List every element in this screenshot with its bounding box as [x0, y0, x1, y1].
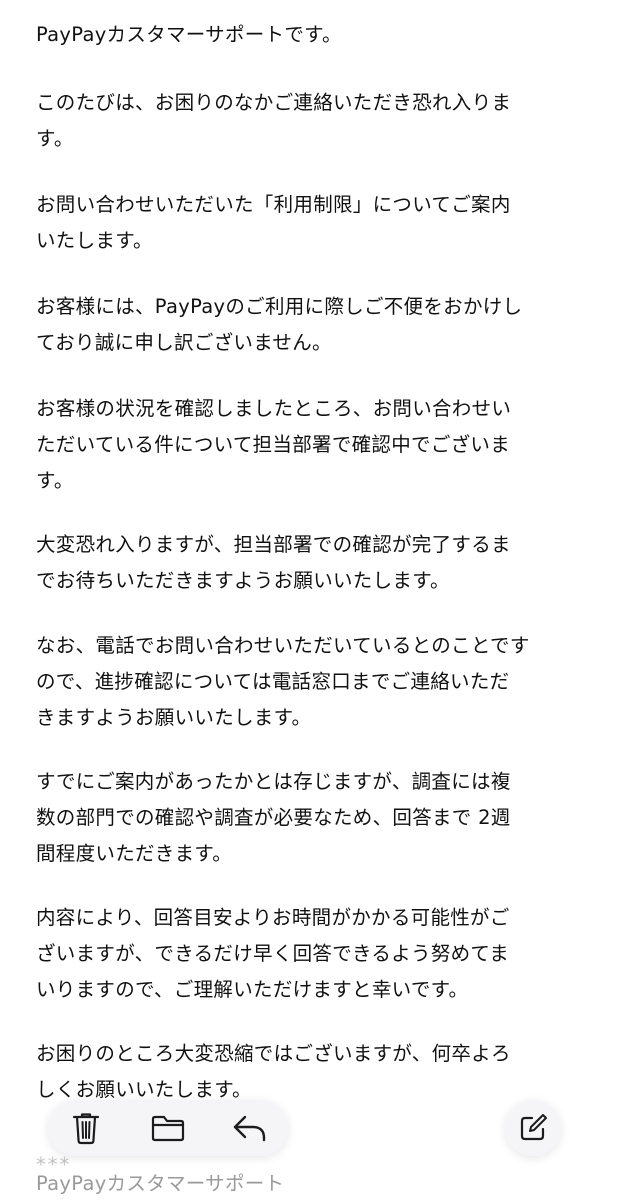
email-paragraph: すでにご案内があったかとは存じますが、調査には複 数の部門での確認や調査が必要な… — [36, 764, 596, 872]
trash-icon — [72, 1113, 100, 1145]
email-paragraph: なお、電話でお問い合わせいただいているとのことです ので、進捗確認については電話… — [36, 628, 596, 736]
email-line: す。 — [36, 127, 74, 150]
email-paragraph: 大変恐れ入りますが、担当部署での確認が完了するま でお待ちいただきますようお願い… — [36, 527, 596, 599]
compose-icon — [520, 1114, 547, 1141]
email-paragraph: 内容により、回答目安よりお時間がかかる可能性がご ざいますが、できるだけ早く回答… — [36, 900, 596, 1008]
email-line: お問い合わせいただいた「利用制限」についてご案内 — [36, 193, 511, 216]
folder-icon — [151, 1115, 185, 1142]
email-paragraph: お困りのところ大変恐縮ではございますが、何卒よろ しくお願いいたします。 — [36, 1036, 596, 1108]
email-line: お困りのところ大変恐縮ではございますが、何卒よろ — [36, 1042, 511, 1065]
signature-name: PayPayカスタマーサポート — [36, 1172, 285, 1195]
email-line: きますようお願いいたします。 — [36, 706, 312, 729]
mail-action-toolbar — [48, 1100, 288, 1156]
email-body: PayPayカスタマーサポートです。 このたびは、お困りのなかご連絡いただき恐れ… — [0, 0, 623, 1200]
email-line: 内容により、回答目安よりお時間がかかる可能性がご — [36, 906, 510, 929]
email-paragraph: お客様には、PayPayのご利用に際しご不便をおかけし ており誠に申し訳ございま… — [36, 289, 596, 361]
email-line: でお待ちいただきますようお願いいたします。 — [36, 569, 450, 592]
email-line: すでにご案内があったかとは存じますが、調査には複 — [36, 770, 511, 793]
email-line: お客様の状況を確認しましたところ、お問い合わせい — [36, 397, 512, 420]
email-paragraph: お客様の状況を確認しましたところ、お問い合わせい ただいている件について担当部署… — [36, 391, 596, 499]
email-line: なお、電話でお問い合わせいただいているとのことです — [36, 634, 530, 657]
email-line: いりますので、ご理解いただけますと幸いです。 — [36, 978, 469, 1001]
email-line: 大変恐れ入りますが、担当部署での確認が完了するま — [36, 533, 511, 556]
email-paragraph: お問い合わせいただいた「利用制限」についてご案内 いたします。 — [36, 187, 596, 259]
email-paragraph: PayPayカスタマーサポートです。 — [36, 17, 596, 53]
email-line: 間程度いただきます。 — [36, 842, 233, 865]
email-line: す。 — [36, 469, 74, 492]
delete-button[interactable] — [62, 1104, 110, 1152]
email-line: ており誠に申し訳ございません。 — [36, 331, 332, 354]
reply-icon — [233, 1115, 266, 1142]
email-line: ざいますが、できるだけ早く回答できるよう努めてま — [36, 942, 510, 965]
email-line: 数の部門での確認や調査が必要なため、回答まで 2週 — [36, 806, 511, 829]
email-line: ので、進捗確認については電話窓口までご連絡いただ — [36, 670, 510, 693]
email-paragraph: このたびは、お困りのなかご連絡いただき恐れ入りま す。 — [36, 85, 596, 157]
email-line: PayPayカスタマーサポートです。 — [36, 23, 342, 46]
compose-button[interactable] — [505, 1100, 561, 1156]
move-to-folder-button[interactable] — [144, 1104, 192, 1152]
email-line: お客様には、PayPayのご利用に際しご不便をおかけし — [36, 295, 523, 318]
email-line: ただいている件について担当部署で確認中でございま — [36, 433, 511, 456]
email-line: いたします。 — [36, 229, 153, 252]
reply-button[interactable] — [226, 1104, 274, 1152]
email-line: このたびは、お困りのなかご連絡いただき恐れ入りま — [36, 91, 512, 114]
